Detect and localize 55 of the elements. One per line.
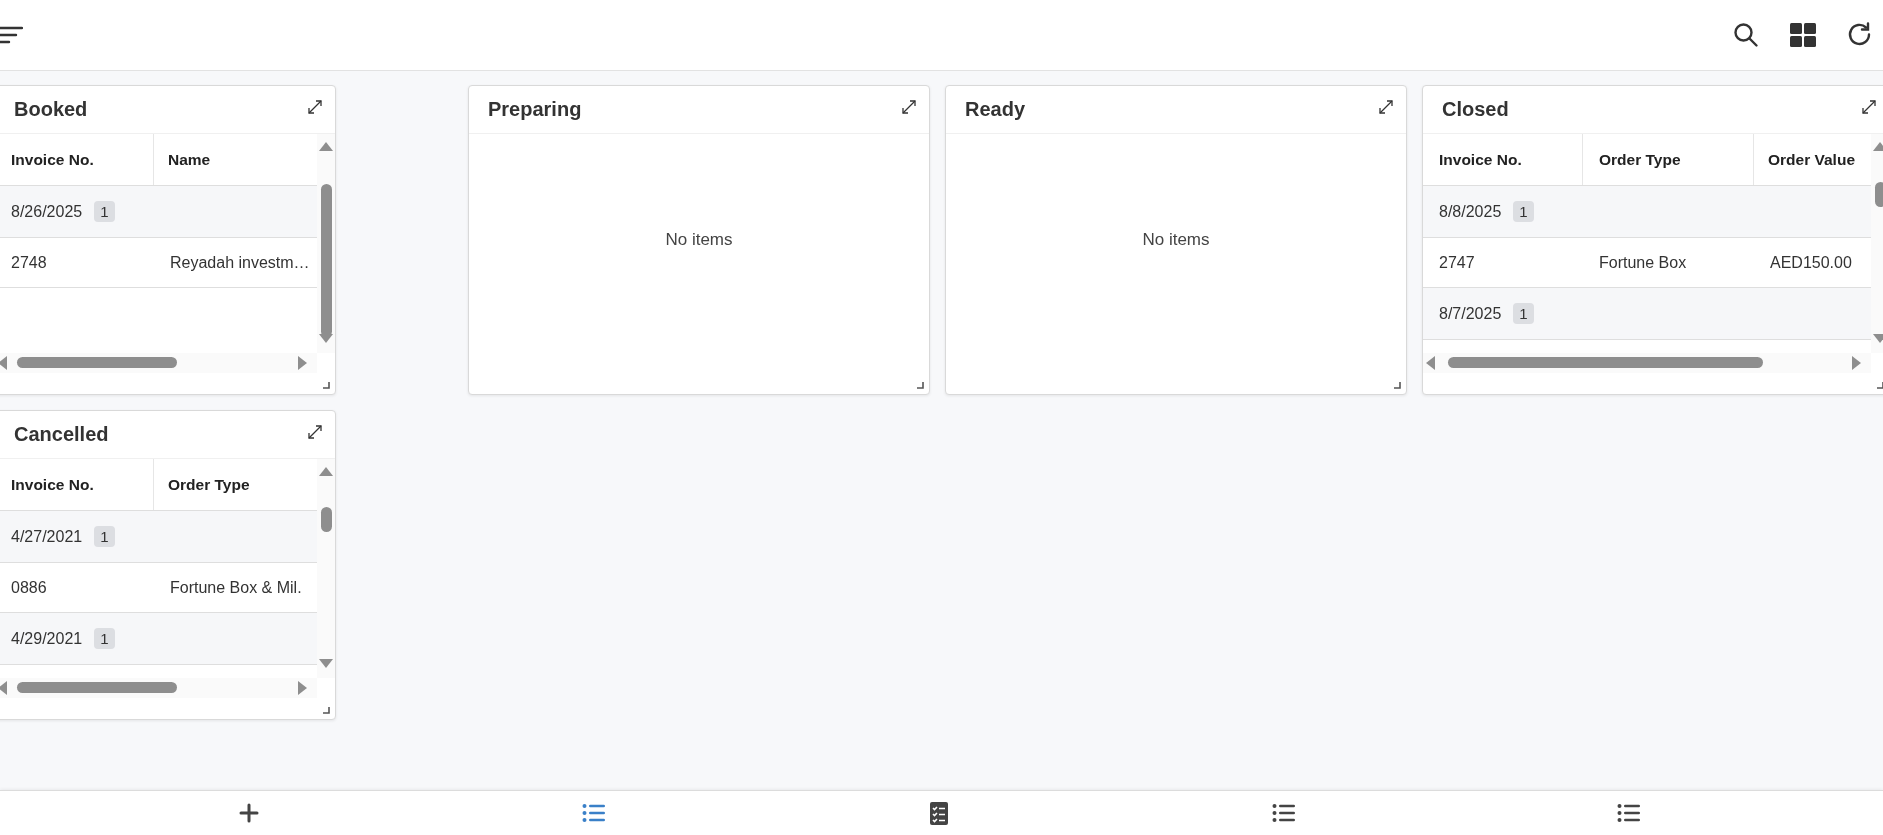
search-icon[interactable]	[1733, 22, 1759, 48]
count-badge: 1	[1513, 201, 1534, 222]
panel-title: Ready	[965, 98, 1026, 121]
column-header[interactable]: Order Type	[1583, 134, 1754, 185]
horizontal-scrollbar[interactable]	[0, 353, 317, 373]
resize-handle-icon[interactable]	[1394, 382, 1401, 389]
expand-icon[interactable]	[1378, 98, 1394, 115]
panel-title: Cancelled	[14, 423, 109, 446]
table-cell-text: 2747	[1438, 253, 1476, 272]
resize-handle-icon[interactable]	[323, 382, 330, 389]
vertical-scrollbar[interactable]	[317, 459, 335, 678]
panel-title: Booked	[14, 98, 88, 121]
group-date: 8/8/2025	[1439, 202, 1502, 221]
group-date: 4/27/2021	[11, 527, 83, 546]
column-header[interactable]: Name	[154, 134, 308, 185]
expand-icon[interactable]	[901, 98, 917, 115]
count-badge: 1	[1513, 303, 1534, 324]
resize-handle-icon[interactable]	[323, 707, 330, 714]
vertical-scrollbar[interactable]	[317, 134, 335, 353]
panel-title: Closed	[1442, 98, 1509, 121]
table-cell-text: AED150.00	[1769, 253, 1853, 272]
expand-icon[interactable]	[1861, 98, 1877, 115]
horizontal-scrollbar[interactable]	[1423, 353, 1871, 373]
group-date: 8/26/2025	[11, 202, 83, 221]
group-date: 4/29/2021	[11, 629, 83, 648]
menu-icon[interactable]	[0, 25, 23, 45]
resize-handle-icon[interactable]	[1877, 382, 1883, 389]
horizontal-scrollbar[interactable]	[0, 678, 317, 698]
column-header[interactable]: Invoice No.	[0, 134, 154, 185]
list-icon[interactable]	[1271, 803, 1296, 823]
list-icon[interactable]	[1616, 803, 1641, 823]
empty-message: No items	[1142, 229, 1210, 250]
table-cell-text: 0886	[10, 578, 48, 597]
list-icon[interactable]	[581, 803, 606, 823]
expand-icon[interactable]	[307, 98, 323, 115]
table-cell-text: Fortune Box	[1598, 253, 1688, 272]
count-badge: 1	[94, 526, 115, 547]
group-date: 8/7/2025	[1439, 304, 1502, 323]
refresh-icon[interactable]	[1847, 22, 1873, 48]
column-header[interactable]: Invoice No.	[1423, 134, 1583, 185]
panel-title: Preparing	[488, 98, 582, 121]
expand-icon[interactable]	[307, 423, 323, 440]
count-badge: 1	[94, 201, 115, 222]
table-cell-text: Fortune Box & Mil.	[169, 578, 303, 597]
resize-handle-icon[interactable]	[917, 382, 924, 389]
column-header[interactable]: Invoice No.	[0, 459, 154, 510]
count-badge: 1	[94, 628, 115, 649]
table-cell-text: Reyadah investm…	[169, 253, 308, 272]
add-icon[interactable]	[238, 803, 259, 823]
column-header[interactable]: Order Value	[1754, 134, 1863, 185]
checklist-icon[interactable]	[929, 801, 948, 825]
table-cell-text: 2748	[10, 253, 48, 272]
empty-message: No items	[665, 229, 733, 250]
column-header[interactable]: Order Type	[154, 459, 308, 510]
grid-icon[interactable]	[1790, 23, 1816, 47]
